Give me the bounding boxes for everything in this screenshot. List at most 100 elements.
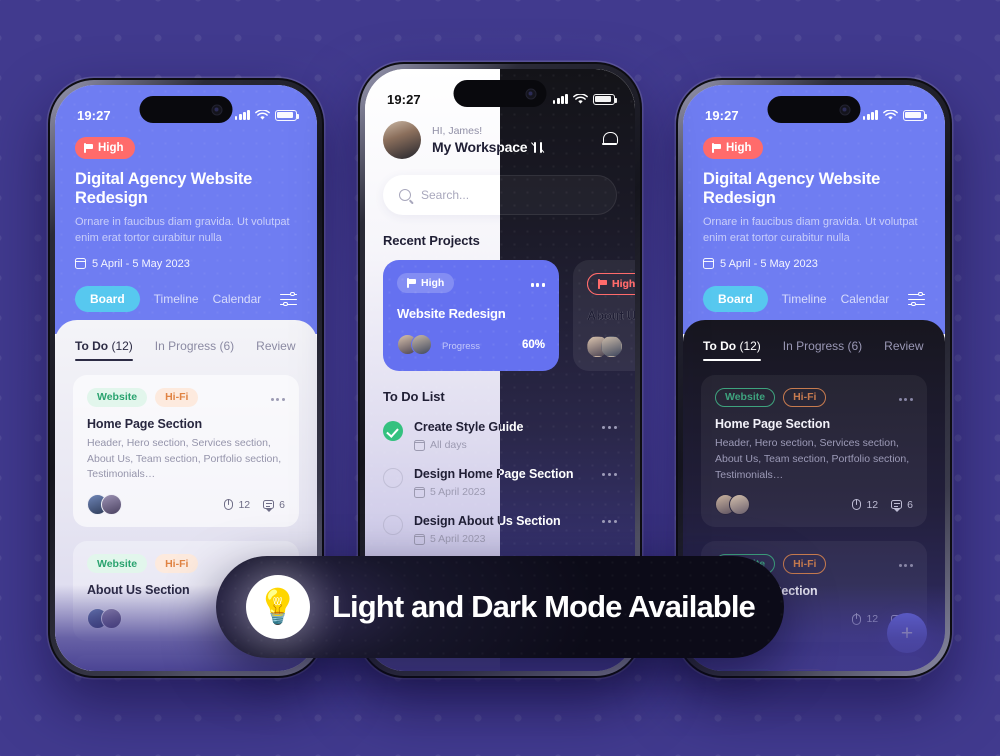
comment-icon xyxy=(263,500,275,512)
comment-count: 6 xyxy=(891,499,913,512)
project-card[interactable]: High Website Redesign xyxy=(383,260,559,371)
priority-badge-high: High xyxy=(397,273,455,293)
project-description: Ornare in faucibus diam gravida. Ut volu… xyxy=(75,216,290,244)
flag-icon xyxy=(407,278,416,288)
more-options-icon[interactable] xyxy=(602,467,617,477)
tag-hifi: Hi-Fi xyxy=(783,668,827,671)
tag-hifi: Hi-Fi xyxy=(783,554,827,574)
filter-sliders-icon[interactable] xyxy=(908,291,925,307)
task-counters: 12 6 xyxy=(852,499,913,512)
segment-in-progress[interactable]: In Progress (6) xyxy=(783,339,862,361)
lightbulb-icon: 💡 xyxy=(246,575,310,639)
tab-calendar[interactable]: Calendar xyxy=(213,292,262,306)
project-card-header: High xyxy=(397,273,545,293)
flag-icon xyxy=(84,143,93,153)
priority-label: High xyxy=(726,142,752,154)
mode-availability-banner: 💡 Light and Dark Mode Available xyxy=(216,556,784,658)
avatar xyxy=(101,494,122,516)
progress-percent: 60% xyxy=(521,338,545,351)
project-card-title: About U xyxy=(587,308,635,323)
priority-badge-high: High xyxy=(587,273,635,295)
task-title: Home Page Section xyxy=(715,417,830,432)
segment-review[interactable]: Review xyxy=(884,339,923,361)
paperclip-icon xyxy=(852,613,862,625)
more-options-icon[interactable] xyxy=(898,560,913,568)
dynamic-island xyxy=(139,96,233,123)
filter-sliders-icon[interactable] xyxy=(280,291,297,307)
status-icons xyxy=(552,93,618,105)
assignee-avatars xyxy=(87,608,122,630)
status-time: 19:27 xyxy=(705,107,739,123)
project-title: Digital Agency Website Redesign xyxy=(703,170,881,207)
tag-hifi: Hi-Fi xyxy=(783,387,827,408)
priority-badge-high: High xyxy=(75,137,135,159)
tag-hifi: Hi-Fi xyxy=(155,387,199,407)
date-range-label: 5 April - 5 May 2023 xyxy=(720,257,818,270)
segment-in-progress[interactable]: In Progress (6) xyxy=(155,339,234,361)
tab-board[interactable]: Board xyxy=(75,285,140,312)
add-task-fab[interactable]: + xyxy=(887,613,927,653)
segment-review[interactable]: Review xyxy=(256,339,295,361)
date-range-label: 5 April - 5 May 2023 xyxy=(92,257,190,270)
more-options-icon[interactable] xyxy=(270,394,285,401)
battery-icon xyxy=(593,93,618,105)
front-camera-icon xyxy=(839,104,851,115)
paperclip-icon xyxy=(852,499,862,511)
wifi-icon xyxy=(573,93,588,104)
avatar xyxy=(101,608,122,630)
attachment-count: 12 xyxy=(852,613,878,625)
comment-count: 6 xyxy=(263,499,285,512)
user-avatar[interactable] xyxy=(383,121,421,159)
checkbox-checked-icon[interactable] xyxy=(383,421,403,441)
banner-text: Light and Dark Mode Available xyxy=(332,589,756,624)
task-card[interactable]: Website Hi-Fi Home Page Section Header, … xyxy=(73,374,299,528)
search-placeholder: Search... xyxy=(421,188,470,202)
tag-website: Website xyxy=(87,554,148,574)
checkbox-empty-icon[interactable] xyxy=(383,515,403,535)
notification-bell-icon[interactable] xyxy=(602,132,618,148)
attachment-count: 12 xyxy=(852,499,878,511)
front-camera-icon xyxy=(211,104,223,115)
task-meta-row: 12 6 xyxy=(715,494,913,516)
tag-hifi: Hi-Fi xyxy=(155,554,199,574)
search-icon xyxy=(399,189,411,201)
checkbox-empty-icon[interactable] xyxy=(383,468,403,488)
tag-row: Website Hi-Fi xyxy=(715,387,913,408)
status-segments-right: To Do (12) In Progress (6) Review xyxy=(701,335,927,361)
signal-bars-icon xyxy=(862,110,878,120)
calendar-icon xyxy=(702,258,715,270)
project-card-title: Website Redesign xyxy=(397,306,506,321)
task-description: Header, Hero section, Services section, … xyxy=(87,436,282,481)
segment-todo[interactable]: To Do (12) xyxy=(75,339,133,361)
tab-timeline[interactable]: Timeline xyxy=(782,292,827,306)
sort-icon[interactable] xyxy=(531,141,545,153)
project-date-range: 5 April - 5 May 2023 xyxy=(74,257,297,270)
segment-todo[interactable]: To Do (12) xyxy=(703,339,761,361)
wifi-icon xyxy=(883,109,898,120)
status-icons xyxy=(862,109,928,121)
tag-row: Website Hi-Fi xyxy=(715,668,913,671)
tag-website: Website xyxy=(715,668,776,671)
poster-stage: 19:27 High Digital Agency Website Redesi… xyxy=(0,0,1000,756)
more-options-icon[interactable] xyxy=(602,514,617,524)
assignee-avatars xyxy=(715,494,750,516)
more-options-icon[interactable] xyxy=(530,279,545,287)
status-segments-left: To Do (12) In Progress (6) Review xyxy=(73,335,299,361)
tab-timeline[interactable]: Timeline xyxy=(154,292,199,306)
avatar xyxy=(411,334,432,355)
status-time: 19:27 xyxy=(77,107,111,123)
task-card[interactable]: Website Hi-Fi Home Page Section Header, … xyxy=(701,374,927,528)
tab-calendar[interactable]: Calendar xyxy=(841,292,890,306)
signal-bars-icon xyxy=(552,94,568,104)
more-options-icon[interactable] xyxy=(898,394,913,402)
wifi-icon xyxy=(255,109,270,120)
more-options-icon[interactable] xyxy=(602,420,617,430)
tab-board[interactable]: Board xyxy=(703,285,768,312)
status-time: 19:27 xyxy=(387,91,421,107)
task-meta-row: 12 6 xyxy=(87,494,285,516)
avatar xyxy=(601,336,622,357)
assignee-avatars xyxy=(87,494,122,516)
priority-badge-high: High xyxy=(703,137,763,159)
tag-hifi: Hi-Fi xyxy=(155,668,199,671)
project-progress-row xyxy=(587,336,635,357)
